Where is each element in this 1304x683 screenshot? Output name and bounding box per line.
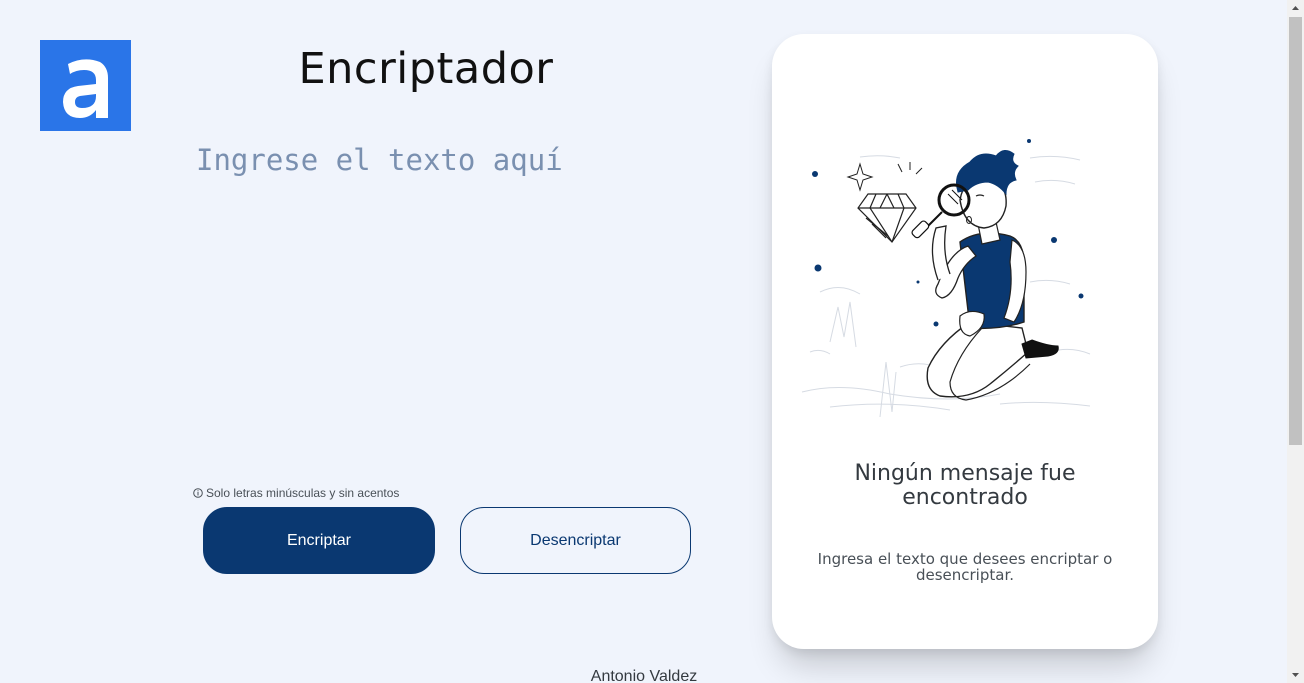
app-logo[interactable] [40, 40, 131, 131]
decrypt-button[interactable]: Desencriptar [460, 507, 691, 574]
empty-message-text: Ingresa el texto que desees encriptar o … [817, 550, 1113, 584]
page: Encriptador Solo letras minúsculas y sin… [0, 0, 1287, 683]
output-card: Ningún mensaje fue encontrado Ingresa el… [772, 34, 1158, 649]
vertical-scrollbar[interactable] [1287, 0, 1304, 683]
encrypt-button-label: Encriptar [286, 531, 352, 549]
input-hint: Solo letras minúsculas y sin acentos [193, 486, 399, 500]
decrypt-button-label: Desencriptar [530, 531, 621, 549]
footer-author: Antonio Valdez [590, 668, 698, 683]
app-title: Encriptador [298, 44, 554, 94]
searching-person-illustration [801, 139, 1091, 418]
scrollbar-thumb[interactable] [1289, 17, 1302, 445]
logo-a-icon [63, 59, 108, 118]
info-circle-icon [193, 488, 203, 498]
empty-message-title: Ningún mensaje fue encontrado [854, 461, 1076, 510]
scroll-up-arrow-icon[interactable] [1287, 0, 1304, 17]
encrypt-button[interactable]: Encriptar [203, 507, 435, 574]
scroll-down-arrow-icon[interactable] [1287, 666, 1304, 683]
message-input[interactable] [192, 132, 712, 462]
hint-text: Solo letras minúsculas y sin acentos [206, 486, 400, 500]
